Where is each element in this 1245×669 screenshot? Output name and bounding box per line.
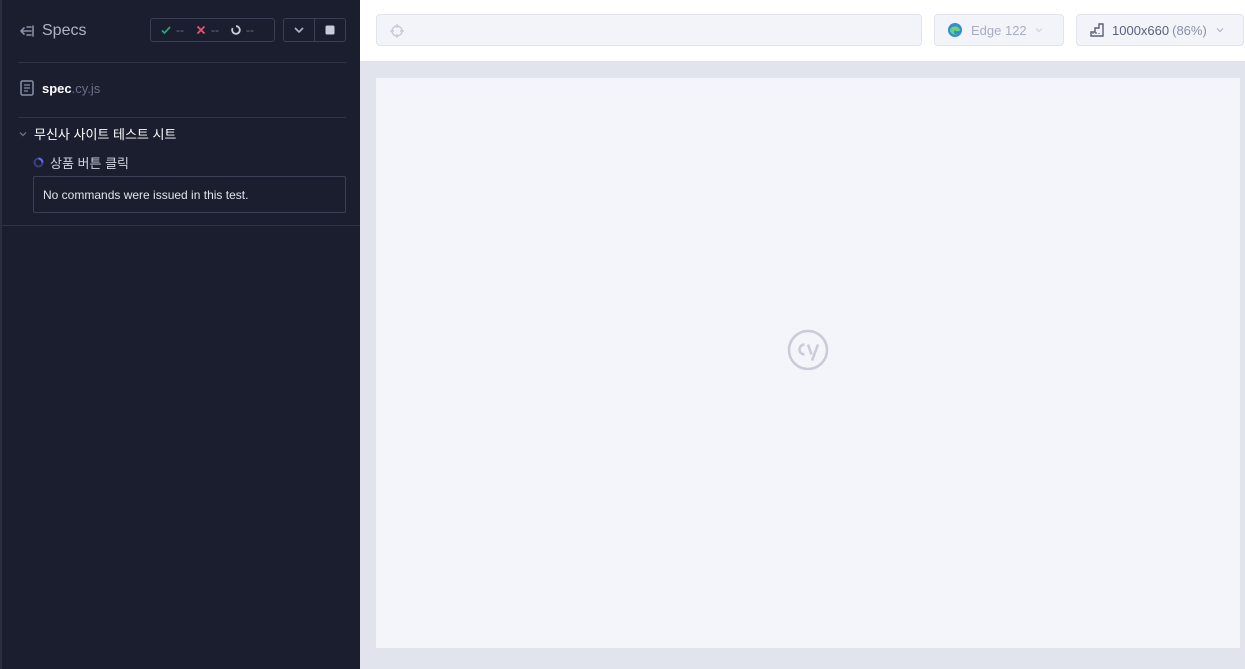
chevron-down-icon — [19, 131, 27, 136]
stop-button[interactable] — [314, 19, 345, 41]
spec-divider — [18, 117, 346, 118]
spinner-icon — [231, 25, 241, 35]
reporter-header: Specs -- -- -- — [2, 0, 360, 62]
test-title: 상품 버튼 클릭 — [50, 156, 129, 171]
app-under-test-frame — [376, 78, 1240, 648]
pending-count-text: -- — [246, 23, 254, 37]
specs-link[interactable]: Specs — [42, 22, 86, 40]
arrow-left-icon[interactable] — [18, 22, 36, 40]
run-controls — [283, 18, 346, 42]
collapse-button[interactable] — [284, 19, 314, 41]
spec-file-row[interactable]: spec .cy.js — [20, 80, 100, 96]
viewport-scale: (86%) — [1172, 22, 1207, 38]
tests-bottom-divider — [2, 225, 360, 226]
browser-selector[interactable]: Edge 122 — [934, 14, 1064, 46]
test-stats: -- -- -- — [150, 18, 275, 42]
suite-row[interactable]: 무신사 사이트 테스트 시트 — [18, 124, 176, 143]
chevron-down-icon — [1216, 28, 1224, 33]
check-icon — [161, 26, 171, 35]
spec-file-name: spec — [42, 80, 72, 96]
aut-header: Edge 122 1000x660 (86%) — [360, 0, 1245, 62]
failed-count: -- — [196, 23, 219, 37]
spec-file-ext: .cy.js — [71, 80, 101, 96]
cypress-logo-icon — [787, 329, 829, 371]
failed-count-text: -- — [211, 23, 219, 37]
reporter-sidebar: Specs -- -- -- spec .cy.js 무신사 사이트 테스트 시… — [0, 0, 360, 669]
edge-icon — [948, 23, 962, 37]
stop-icon — [325, 25, 335, 35]
crosshair-icon — [390, 24, 404, 38]
document-icon — [20, 80, 34, 96]
chevron-down-icon — [1035, 28, 1043, 33]
url-bar[interactable] — [376, 14, 922, 46]
pending-count: -- — [231, 23, 254, 37]
ruler-icon — [1090, 23, 1104, 37]
passed-count-text: -- — [176, 23, 184, 37]
test-row[interactable]: 상품 버튼 클릭 — [33, 153, 129, 172]
suite-title: 무신사 사이트 테스트 시트 — [34, 127, 177, 142]
viewport-size: 1000x660 — [1112, 22, 1170, 38]
browser-label: Edge 122 — [971, 22, 1027, 38]
viewport-selector[interactable]: 1000x660 (86%) — [1076, 14, 1244, 46]
no-commands-message: No commands were issued in this test. — [33, 176, 346, 213]
passed-count: -- — [161, 23, 184, 37]
x-icon — [196, 25, 206, 35]
chevron-down-icon — [294, 27, 304, 34]
spinner-icon — [33, 157, 44, 168]
header-divider — [18, 62, 346, 63]
